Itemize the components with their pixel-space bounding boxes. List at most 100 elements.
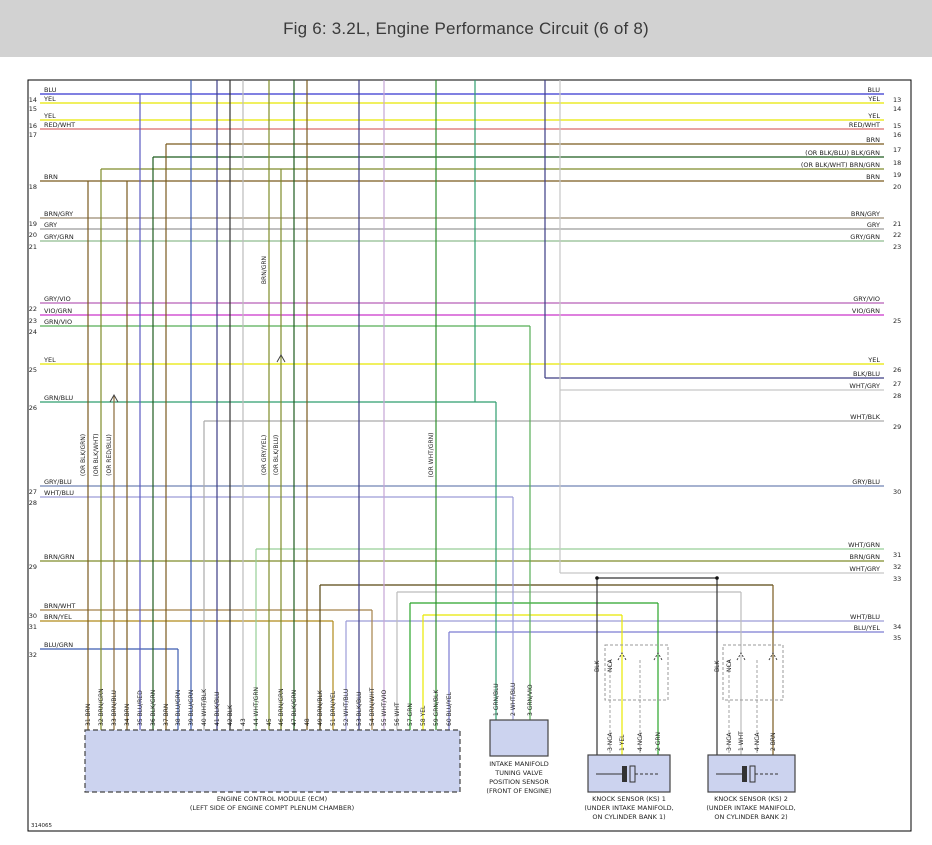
right-pin-number: 32	[893, 563, 901, 571]
ecm-pin-label: 48	[304, 718, 311, 726]
ecm-pin-label: 56 WHT	[394, 702, 401, 726]
wire-label-left: GRN/BLU	[44, 394, 73, 402]
knock-sensor-2-wire-label: NCA	[726, 658, 733, 672]
knock-sensor-1-caption: KNOCK SENSOR (KS) 1	[592, 795, 666, 803]
left-pin-number: 18	[29, 183, 37, 191]
wire-label-right: BLU	[867, 86, 880, 94]
wire-label-right: RED/WHT	[849, 121, 880, 129]
wire-label-right: YEL	[867, 95, 880, 103]
intake-sensor-caption: (FRONT OF ENGINE)	[486, 787, 551, 795]
knock-sensor-2-pin-label: 2 BRN	[770, 733, 777, 752]
wire-label-left: WHT/BLU	[44, 489, 74, 497]
wire-label-left: GRY/GRN	[44, 233, 74, 241]
ecm-pin-label: 46 BRN/GRN	[278, 688, 285, 726]
wire-label-right: BRN/GRN	[850, 553, 881, 561]
right-pin-number: 20	[893, 183, 901, 191]
ecm-pin-label: 31 BRN	[85, 704, 92, 726]
wire-label-right: (OR BLK/WHT) BRN/GRN	[801, 161, 880, 169]
wire-label-left: GRY	[44, 221, 57, 229]
wire-label-left: BLU/GRN	[44, 641, 73, 649]
right-pin-number: 15	[893, 122, 901, 130]
wire-label-left: YEL	[43, 95, 56, 103]
ecm-pin-label: 47 BLK/GRN	[291, 690, 298, 726]
right-pin-number: 30	[893, 488, 901, 496]
right-pin-number: 26	[893, 366, 901, 374]
wire-label-left: YEL	[43, 112, 56, 120]
intake-sensor-caption: INTAKE MANIFOLD	[489, 760, 548, 768]
intake-sensor-pin-label: 3 GRN/VIO	[527, 684, 534, 716]
left-pin-number: 25	[29, 366, 37, 374]
left-pin-number: 29	[29, 563, 37, 571]
wire-label-left: BLU	[44, 86, 57, 94]
knock-sensor-2-caption: ON CYLINDER BANK 2)	[714, 813, 787, 821]
ecm-pin-label: 37 BRN	[163, 704, 170, 726]
ecm-caption: ENGINE CONTROL MODULE (ECM)	[217, 795, 327, 803]
wire-label-right: WHT/GRY	[849, 565, 880, 573]
ecm-pin-label: 36 BLK/GRN	[150, 690, 157, 726]
ecm-pin-label: 51 BRN/YEL	[330, 690, 337, 726]
left-pin-number: 30	[29, 612, 37, 620]
wire-label-left: BRN/YEL	[44, 613, 72, 621]
right-pin-number: 27	[893, 380, 901, 388]
left-pin-number: 27	[29, 488, 37, 496]
ecm-pin-label: 42 BLK	[227, 704, 234, 726]
knock-sensor-1-wire-label: BLK	[594, 660, 601, 672]
knock-sensor-1-pin-label: 3 NCA	[607, 732, 614, 751]
ecm-pin-label: 43	[240, 718, 247, 726]
intake-sensor-pin-label: 1 GRN/BLU	[493, 683, 500, 716]
wire-label-right: YEL	[867, 112, 880, 120]
diagram-id: 314065	[31, 823, 52, 829]
wire-label-right: GRY/VIO	[853, 295, 880, 303]
right-pin-number: 31	[893, 551, 901, 559]
left-pin-number: 17	[29, 131, 37, 139]
ecm-pin-label: 34 BRN	[124, 704, 131, 726]
wire-label-right: VIO/GRN	[852, 307, 880, 315]
ecm-pin-label: 38 BLU/GRN	[175, 690, 182, 726]
wire-label-left: BRN/GRY	[44, 210, 73, 218]
wire-alt-label: BRN/GRN	[261, 256, 268, 284]
knock-sensor-1-pin-label: 2 GRN	[655, 732, 662, 751]
wire-label-right: GRY	[867, 221, 880, 229]
right-pin-number: 25	[893, 317, 901, 325]
wire-label-right: WHT/GRY	[849, 382, 880, 390]
left-pin-number: 24	[29, 328, 37, 336]
left-pin-number: 14	[29, 96, 37, 104]
ecm-pin-label: 55 WHT/VIO	[381, 689, 388, 726]
ecm-pin-label: 60 BLU/YEL	[446, 691, 453, 726]
wire-label-right: BLU/YEL	[854, 624, 881, 632]
right-pin-number: 28	[893, 392, 901, 400]
wire-label-right: WHT/GRN	[848, 541, 880, 549]
knock-sensor-2-piezo-element	[742, 766, 747, 782]
left-pin-number: 32	[29, 651, 37, 659]
wire-alt-label: (OR BLK/BLU)	[273, 435, 280, 475]
wire-alt-label: (OR BLK/GRN)	[80, 434, 87, 476]
wire-alt-label: (OR RED/BLU)	[106, 434, 113, 476]
right-pin-number: 17	[893, 146, 901, 154]
ecm-box	[85, 730, 460, 792]
ecm-pin-label: 54 BRN/WHT	[369, 687, 376, 726]
wire-label-left: GRY/VIO	[44, 295, 71, 303]
right-pin-number: 13	[893, 96, 901, 104]
knock-sensor-2-pin-label: 1 WHT	[738, 731, 745, 751]
ecm-pin-label: 33 BRN/BLU	[111, 690, 118, 726]
right-pin-number: 19	[893, 171, 901, 179]
left-pin-number: 23	[29, 317, 37, 325]
wire-label-left: VIO/GRN	[44, 307, 72, 315]
knock-sensor-1-wire-label: NCA	[607, 658, 614, 672]
ecm-pin-label: 49 BRN/BLK	[317, 689, 324, 726]
right-pin-number: 14	[893, 105, 901, 113]
wire-label-left: BRN	[44, 173, 58, 181]
left-pin-number: 22	[29, 305, 37, 313]
ecm-pin-label: 35 BLU/RED	[137, 690, 144, 726]
ecm-caption: (LEFT SIDE OF ENGINE COMPT PLENUM CHAMBE…	[190, 804, 354, 812]
ecm-pin-label: 39 BLU/GRN	[188, 690, 195, 726]
left-pin-number: 15	[29, 105, 37, 113]
right-pin-number: 22	[893, 231, 901, 239]
knock-sensor-2-pin-label: 3 NCA	[726, 732, 733, 751]
intake-sensor-caption: TUNING VALVE	[494, 769, 542, 777]
ecm-pin-label: 44 WHT/GRN	[253, 687, 260, 726]
knock-sensor-2-pin-label: 4 NCA	[754, 732, 761, 751]
intake-sensor-caption: POSITION SENSOR	[489, 778, 549, 786]
knock-sensor-2-caption: (UNDER INTAKE MANIFOLD,	[706, 804, 795, 812]
intake-sensor-box	[490, 720, 548, 756]
